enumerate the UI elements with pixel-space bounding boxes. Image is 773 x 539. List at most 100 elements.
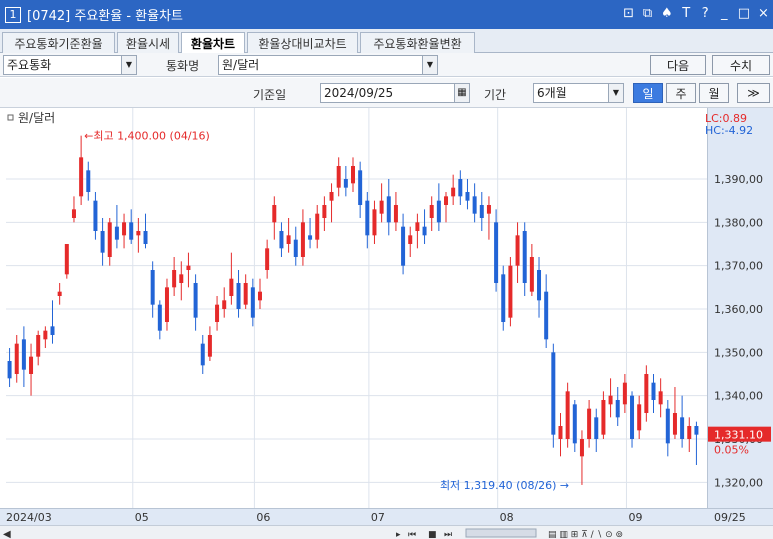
currency-name-select[interactable]: 원/달러 ▼ [218, 55, 438, 75]
x-tick-label: 08 [500, 511, 514, 524]
candle [637, 404, 642, 431]
period-value: 6개월 [537, 86, 567, 100]
candle [465, 192, 470, 201]
candle [93, 200, 98, 231]
candle [172, 270, 177, 288]
candle [565, 391, 570, 439]
period-week-button[interactable]: 주 [666, 83, 696, 103]
candle [250, 287, 255, 318]
candle [236, 283, 241, 309]
candle [472, 196, 477, 214]
help-icon[interactable]: ? [700, 6, 711, 21]
max-annotation: ←최고 1,400.00 (04/16) [84, 130, 210, 143]
chevron-down-icon[interactable]: ▼ [121, 56, 136, 74]
pin-icon[interactable]: ♠ [661, 6, 673, 21]
calendar-icon[interactable]: ▦ [454, 84, 469, 102]
candle [672, 413, 677, 435]
tab-relative-comparison-chart[interactable]: 환율상대비교차트 [247, 32, 358, 53]
candle [594, 417, 599, 439]
chevron-down-icon[interactable]: ▼ [422, 56, 437, 74]
next-button[interactable]: 다음 [650, 55, 706, 75]
currency-name-value: 원/달러 [222, 58, 260, 72]
toolbar-row-2: 기준일 2024/09/25 ▦ 기간 6개월 ▼ 일 주 월 ≫ [0, 78, 773, 108]
candle [494, 222, 499, 283]
chart-canvas[interactable]: 1,320,001,330,001,340,001,350,001,360,00… [0, 108, 773, 525]
candle [272, 205, 277, 223]
period-day-button[interactable]: 일 [633, 83, 663, 103]
chart-scrollbar[interactable]: ◀ ▸ ⏮ ■ ⏭ ▤ ▥ ⊞ ⊼ ∕ ∖ ⊙ ⊚ [0, 525, 773, 539]
tab-exchange-chart[interactable]: 환율차트 [181, 32, 245, 54]
window-controls: ⊡ ⧉ ♠ T ? _ □ × [623, 6, 769, 21]
candle [522, 231, 527, 283]
y-tick-label: 1,360,00 [714, 303, 763, 316]
candle [200, 343, 205, 366]
candle [486, 205, 491, 214]
candle [164, 287, 169, 322]
tab-exchange-quotes[interactable]: 환율시세 [117, 32, 179, 53]
x-tick-label: 09 [628, 511, 642, 524]
candle [265, 248, 270, 270]
candle [308, 235, 313, 240]
candle [529, 257, 534, 292]
x-tick-label: 06 [256, 511, 270, 524]
candle [386, 196, 391, 223]
x-tick-label: 09/25 [714, 511, 746, 524]
window-icon[interactable]: ⧉ [642, 6, 653, 21]
period-month-button[interactable]: 월 [699, 83, 729, 103]
period-select[interactable]: 6개월 ▼ [533, 83, 624, 103]
candle [215, 304, 220, 322]
candle [43, 330, 48, 340]
chart-scroll-controls[interactable]: ◀ ▸ ⏮ ■ ⏭ ▤ ▥ ⊞ ⊼ ∕ ∖ ⊙ ⊚ [0, 526, 773, 539]
candle [508, 265, 513, 318]
candle [408, 235, 413, 244]
tab-currency-converter[interactable]: 주요통화환율변환 [360, 32, 475, 53]
y-tick-label: 1,320,00 [714, 476, 763, 489]
window-number-badge[interactable]: 1 [5, 6, 21, 23]
y-tick-label: 1,390,00 [714, 173, 763, 186]
hc-label: HC:-4.92 [705, 124, 753, 137]
candlestick-chart[interactable]: 1,320,001,330,001,340,001,350,001,360,00… [0, 108, 773, 525]
x-tick-label: 2024/03 [6, 511, 52, 524]
candle [64, 244, 69, 275]
close-icon[interactable]: × [758, 6, 769, 21]
base-date-label: 기준일 [253, 88, 287, 102]
candle [608, 395, 613, 405]
title-bar: 1 [0742] 주요환율 - 환율차트 ⊡ ⧉ ♠ T ? _ □ × [0, 0, 773, 29]
expand-button[interactable]: ≫ [737, 83, 770, 103]
last-change-value: 0.05% [714, 444, 749, 457]
candle [143, 231, 148, 244]
candle [651, 382, 656, 400]
base-date-input[interactable]: 2024/09/25 ▦ [320, 83, 470, 103]
candle [601, 400, 606, 435]
y-tick-label: 1,340,00 [714, 390, 763, 403]
base-date-value: 2024/09/25 [324, 86, 394, 100]
candle [36, 335, 41, 357]
candle [222, 300, 227, 309]
currency-name-label: 통화명 [166, 59, 200, 73]
candle [293, 239, 298, 257]
window-title: [0742] 주요환율 - 환율차트 [27, 9, 183, 24]
minimize-icon[interactable]: _ [719, 6, 730, 21]
tab-major-currency-base-rate[interactable]: 주요통화기준환율 [2, 32, 115, 53]
scroll-first-icon: ⏮ [408, 530, 416, 539]
maximize-icon[interactable]: □ [738, 6, 750, 21]
candle [100, 231, 105, 253]
candle [336, 166, 341, 188]
currency-group-select[interactable]: 주요통화 ▼ [3, 55, 137, 75]
candle [114, 226, 119, 240]
candle [14, 343, 19, 374]
candle [179, 274, 184, 283]
candle [365, 200, 370, 236]
candle [615, 400, 620, 418]
values-button[interactable]: 수치 [712, 55, 770, 75]
chevron-down-icon[interactable]: ▼ [608, 84, 623, 102]
screen-split-icon[interactable]: ⊡ [623, 6, 634, 21]
candle [630, 395, 635, 439]
text-icon[interactable]: T [681, 6, 692, 21]
candle [429, 205, 434, 218]
candle [401, 226, 406, 266]
candle [680, 417, 685, 439]
candle [315, 213, 320, 240]
scroll-stop-icon: ■ [428, 530, 437, 539]
candle [451, 187, 456, 197]
